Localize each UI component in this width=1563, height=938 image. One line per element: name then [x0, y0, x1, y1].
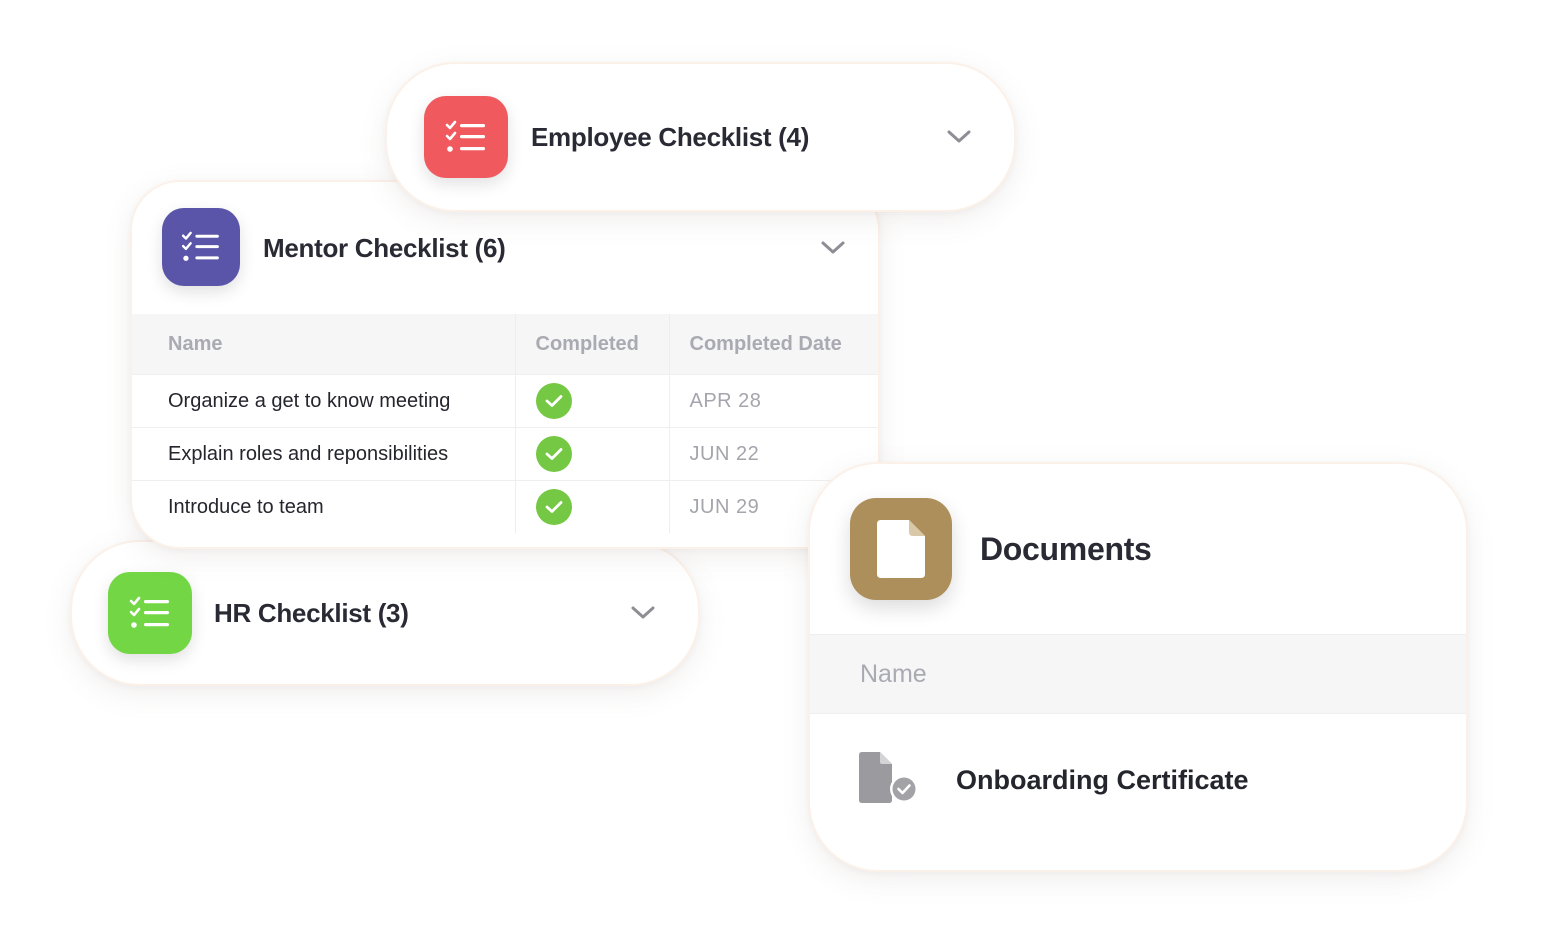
- checklist-icon: [162, 208, 240, 286]
- employee-checklist-card[interactable]: Employee Checklist (4): [385, 62, 1016, 212]
- chevron-down-icon[interactable]: [628, 598, 658, 628]
- table-row[interactable]: Explain roles and reponsibilities JUN 22: [132, 427, 878, 481]
- column-header-name: Name: [132, 314, 515, 375]
- checklist-icon: [108, 572, 192, 654]
- documents-card: Documents Name Onboarding Certificate: [808, 462, 1468, 872]
- check-circle-icon: [535, 489, 572, 525]
- table-row[interactable]: Introduce to team JUN 29: [132, 480, 878, 533]
- completed-cell: [514, 480, 669, 533]
- documents-header: Documents: [810, 464, 1466, 634]
- completed-cell: [514, 427, 669, 481]
- completed-date: APR 28: [668, 374, 878, 428]
- column-header-completed: Completed: [514, 314, 669, 375]
- onboarding-collage: Employee Checklist (4) Mentor Checklist …: [0, 0, 1563, 938]
- documents-title: Documents: [980, 530, 1152, 567]
- certificate-file-icon: [858, 750, 920, 811]
- hr-checklist-card[interactable]: HR Checklist (3): [70, 540, 700, 686]
- task-name: Organize a get to know meeting: [132, 374, 515, 428]
- check-circle-icon: [535, 436, 572, 472]
- table-row[interactable]: Organize a get to know meeting APR 28: [132, 374, 878, 428]
- employee-checklist-title: Employee Checklist (4): [531, 121, 810, 152]
- task-name: Explain roles and reponsibilities: [132, 427, 515, 481]
- completed-cell: [514, 374, 669, 428]
- employee-checklist-header[interactable]: Employee Checklist (4): [387, 64, 1014, 210]
- chevron-down-icon[interactable]: [944, 122, 974, 152]
- column-header-completed-date: Completed Date: [668, 314, 878, 375]
- table-header-row: Name Completed Completed Date: [132, 314, 878, 375]
- check-circle-icon: [535, 383, 572, 419]
- document-row[interactable]: Onboarding Certificate: [810, 713, 1466, 846]
- mentor-checklist-table: Name Completed Completed Date Organize a…: [132, 314, 878, 533]
- column-header-name: Name: [810, 634, 1466, 713]
- document-icon: [850, 498, 952, 600]
- mentor-checklist-card: Mentor Checklist (6) Name Completed Comp…: [130, 180, 880, 549]
- task-name: Introduce to team: [132, 480, 515, 533]
- checklist-icon: [424, 96, 508, 178]
- hr-checklist-header[interactable]: HR Checklist (3): [72, 542, 698, 684]
- mentor-checklist-title: Mentor Checklist (6): [263, 232, 506, 263]
- chevron-down-icon[interactable]: [818, 233, 848, 263]
- document-name: Onboarding Certificate: [956, 764, 1249, 795]
- hr-checklist-title: HR Checklist (3): [214, 597, 409, 628]
